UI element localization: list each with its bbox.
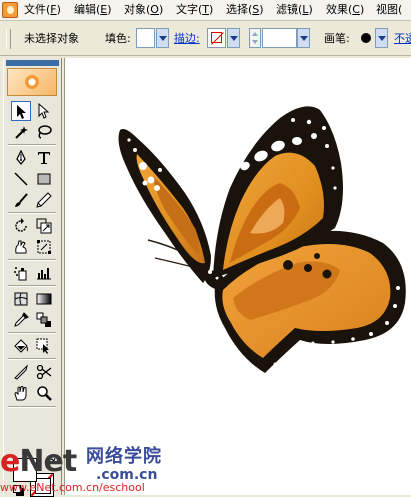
scale-icon — [36, 218, 52, 234]
paint-select-icon — [36, 338, 49, 354]
toolbox-divider — [8, 144, 56, 146]
menu-select[interactable]: 选择(S) — [226, 2, 264, 18]
live-paint-bucket-tool[interactable] — [11, 336, 31, 356]
hand-icon — [14, 386, 27, 401]
lasso-tool[interactable] — [34, 122, 54, 142]
lasso-icon — [38, 125, 52, 139]
magic-wand-tool[interactable] — [11, 122, 31, 142]
eyedropper-tool[interactable] — [11, 310, 31, 330]
mesh-tool[interactable] — [11, 289, 31, 309]
arrow-pointer-icon — [17, 105, 26, 119]
fill-swatch[interactable] — [136, 28, 155, 48]
selection-tool[interactable] — [11, 101, 31, 121]
enet-logo: eNet — [0, 444, 77, 479]
live-paint-selection-tool[interactable] — [34, 336, 54, 356]
type-t-icon — [38, 152, 50, 164]
hand-tool[interactable] — [11, 383, 31, 403]
stroke-dropdown-button[interactable] — [227, 28, 240, 48]
magnifier-icon — [37, 386, 52, 401]
scale-tool[interactable] — [34, 216, 54, 236]
brush-dropdown-button[interactable] — [375, 28, 388, 48]
menu-effect[interactable]: 效果(C) — [326, 2, 364, 18]
brush-label: 画笔: — [324, 32, 350, 45]
bar-chart-icon — [37, 268, 51, 280]
stroke-weight-dropdown-button[interactable] — [297, 28, 310, 48]
rectangle-tool[interactable] — [34, 169, 54, 189]
menu-bar: 文件(F) 编辑(E) 对象(O) 文字(T) 选择(S) 滤镜(L) 效果(C… — [0, 0, 411, 21]
chevron-down-icon — [252, 40, 258, 44]
spray-can-icon — [14, 267, 27, 281]
scissors-icon — [36, 364, 52, 380]
fill-label: 填色: — [105, 32, 131, 45]
menu-edit[interactable]: 编辑(E) — [74, 2, 112, 18]
warp-tool[interactable] — [11, 237, 31, 257]
column-graph-tool[interactable] — [34, 263, 54, 283]
slice-tool[interactable] — [11, 362, 31, 382]
pen-tool[interactable] — [11, 148, 31, 168]
pencil-tool[interactable] — [34, 190, 54, 210]
blend-tool[interactable] — [34, 310, 54, 330]
rotate-tool[interactable] — [11, 216, 31, 236]
menu-view[interactable]: 视图( — [376, 2, 402, 18]
pen-nib-icon — [16, 150, 26, 166]
warp-hand-icon — [15, 240, 27, 254]
stroke-swatch[interactable] — [207, 28, 226, 48]
paintbrush-icon — [15, 193, 28, 207]
app-icon[interactable] — [2, 2, 18, 18]
opacity-link[interactable]: 不透 — [394, 31, 411, 47]
menu-type[interactable]: 文字(T) — [176, 2, 213, 18]
free-transform-tool[interactable] — [34, 237, 54, 257]
mesh-grid-icon — [14, 292, 28, 306]
rectangle-icon — [37, 173, 51, 185]
site-watermark: eNet 网络学院 .com.cn www.eNet.com.cn/eschoo… — [0, 443, 411, 495]
pencil-icon — [36, 192, 52, 208]
free-transform-icon — [37, 240, 51, 254]
eyedropper-icon — [14, 312, 29, 327]
selection-status: 未选择对象 — [24, 32, 79, 45]
butterfly-artwork[interactable] — [65, 58, 411, 495]
toolbox-divider — [8, 259, 56, 261]
hollow-arrow-icon — [38, 103, 50, 119]
paintbrush-tool[interactable] — [11, 190, 31, 210]
type-tool[interactable] — [34, 148, 54, 168]
menu-filter[interactable]: 滤镜(L) — [276, 2, 313, 18]
menu-file[interactable]: 文件(F) — [24, 2, 61, 18]
toolbox-divider — [8, 212, 56, 214]
toolbox-logo[interactable] — [7, 68, 57, 96]
stroke-weight-stepper[interactable] — [249, 28, 261, 48]
direct-selection-tool[interactable] — [34, 101, 54, 121]
control-bar: 未选择对象 填色: 描边: 画笔: 不透 — [0, 21, 411, 56]
blend-icon — [36, 312, 51, 327]
fill-dropdown-button[interactable] — [156, 28, 169, 48]
toolbox-divider — [8, 406, 56, 408]
rotate-icon — [15, 218, 27, 232]
menu-object[interactable]: 对象(O) — [124, 2, 163, 18]
control-bar-grip[interactable] — [6, 29, 11, 49]
slice-knife-icon — [14, 364, 28, 380]
toolbox-divider — [8, 358, 56, 360]
gradient-tool[interactable] — [34, 289, 54, 309]
zoom-tool[interactable] — [34, 383, 54, 403]
toolbox — [3, 58, 62, 497]
diagonal-line-icon — [14, 172, 28, 186]
symbol-sprayer-tool[interactable] — [11, 263, 31, 283]
toolbox-divider — [8, 332, 56, 334]
line-segment-tool[interactable] — [11, 169, 31, 189]
toolbox-divider — [8, 285, 56, 287]
scissors-tool[interactable] — [34, 362, 54, 382]
watermark-chinese-name: 网络学院 — [86, 446, 162, 467]
toolbox-title-bar[interactable] — [6, 60, 59, 66]
artboard-canvas[interactable] — [64, 58, 411, 495]
chevron-up-icon — [252, 32, 258, 36]
magic-wand-icon — [15, 126, 28, 139]
stroke-link[interactable]: 描边: — [174, 31, 200, 47]
gradient-icon — [36, 293, 52, 305]
paint-bucket-icon — [14, 339, 28, 353]
stroke-weight-field[interactable] — [262, 28, 297, 48]
brush-swatch[interactable] — [361, 33, 371, 43]
watermark-url: www.eNet.com.cn/eschool — [0, 481, 145, 494]
